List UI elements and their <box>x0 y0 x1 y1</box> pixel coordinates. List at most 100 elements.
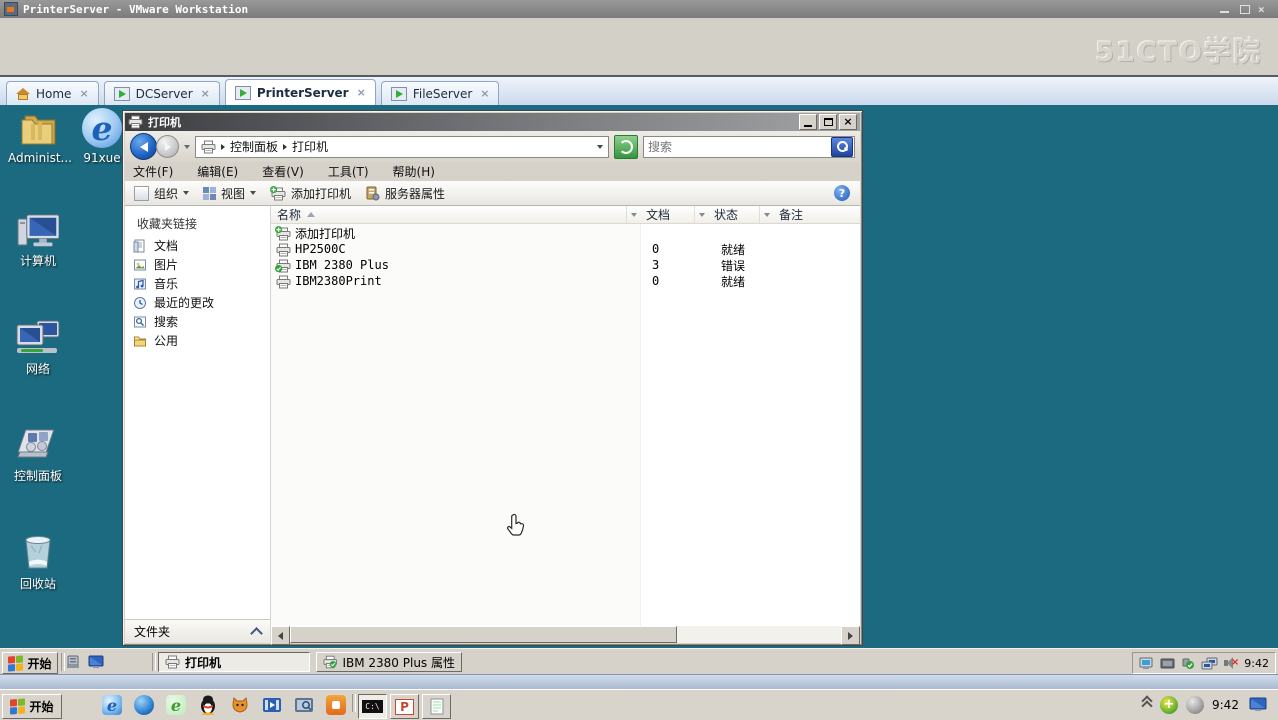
host-taskbar-button-cmd[interactable]: C:\ <box>358 694 387 719</box>
search-button[interactable] <box>831 136 853 157</box>
taskbar-button-ibm-2380-properties[interactable]: IBM 2380 Plus 属性 <box>316 652 462 672</box>
desktop-icon-network[interactable]: 网络 <box>6 319 70 377</box>
tab-close-icon[interactable]: × <box>201 87 210 100</box>
security-suite-icon[interactable]: + <box>1160 696 1178 714</box>
fox-mascot-icon[interactable] <box>230 695 250 715</box>
tab-close-icon[interactable]: × <box>357 86 366 99</box>
vmware-maximize-button[interactable] <box>1238 3 1252 15</box>
folders-band[interactable]: 文件夹 <box>125 619 270 643</box>
computer-icon <box>17 214 59 247</box>
network-status-icon[interactable] <box>1201 657 1218 670</box>
column-header-status[interactable]: 状态 <box>708 206 773 223</box>
list-row-ibm-2380-plus[interactable]: IBM 2380 Plus 3 错误 <box>271 257 860 273</box>
desktop-icon-computer[interactable]: 计算机 <box>6 213 70 269</box>
desktop-icon-control-panel[interactable]: 控制面板 <box>6 426 70 484</box>
window-close-button[interactable]: × <box>839 114 857 130</box>
menu-view[interactable]: 查看(V) <box>262 163 304 180</box>
column-header-documents[interactable]: 文档 <box>640 206 708 223</box>
breadcrumb-printers[interactable]: 打印机 <box>292 138 328 155</box>
history-dropdown-icon[interactable] <box>184 144 190 149</box>
video-player-icon[interactable] <box>262 695 282 715</box>
nav-item-documents[interactable]: 文档 <box>133 237 178 254</box>
vmware-toolbar-area: 51CTO学院 <box>0 18 1278 77</box>
display-settings-icon[interactable] <box>1139 657 1154 670</box>
taskbar-button-printers[interactable]: 打印机 <box>158 652 310 672</box>
nav-item-searches[interactable]: 搜索 <box>133 313 178 330</box>
refresh-button[interactable] <box>614 134 638 159</box>
office-app-icon[interactable] <box>326 695 346 715</box>
vmware-close-button[interactable]: × <box>1258 3 1272 16</box>
guest-clock[interactable]: 9:42 <box>1244 657 1269 670</box>
green-browser-icon[interactable]: e <box>166 695 186 715</box>
scrollbar-thumb[interactable] <box>290 626 677 643</box>
menu-file[interactable]: 文件(F) <box>133 163 173 180</box>
printers-window-titlebar[interactable]: 打印机 × <box>125 113 860 131</box>
volume-muted-icon[interactable]: × <box>1224 657 1239 669</box>
tab-home[interactable]: Home × <box>6 81 99 105</box>
desktop-icon-recycle-bin[interactable]: 回收站 <box>6 532 70 592</box>
help-button[interactable]: ? <box>834 185 850 201</box>
views-button[interactable]: 视图 <box>203 185 257 202</box>
breadcrumb[interactable]: 控制面板 打印机 <box>195 135 609 158</box>
window-minimize-button[interactable] <box>799 114 817 130</box>
nav-item-music[interactable]: 音乐 <box>133 275 178 292</box>
add-printer-button[interactable]: 添加打印机 <box>270 185 351 202</box>
internet-explorer-icon[interactable]: e <box>102 695 122 715</box>
browser-globe-icon[interactable] <box>134 695 154 715</box>
breadcrumb-control-panel[interactable]: 控制面板 <box>230 138 278 155</box>
menu-tools[interactable]: 工具(T) <box>328 163 369 180</box>
menu-help[interactable]: 帮助(H) <box>393 163 435 180</box>
nav-item-public[interactable]: 公用 <box>133 332 178 349</box>
vmware-status-bar <box>0 674 1278 689</box>
chevron-down-icon <box>183 191 190 195</box>
vmware-minimize-button[interactable] <box>1218 3 1232 15</box>
list-row-ibm2380print[interactable]: IBM2380Print 0 就绪 <box>271 273 860 289</box>
navigation-pane: 收藏夹链接 文档 图片 音乐 最近的更改 搜索 公用 文件夹 <box>125 206 271 643</box>
list-row-hp2500c[interactable]: HP2500C 0 就绪 <box>271 241 860 257</box>
host-taskbar: 开始 e e C:\ P + 9:42 <box>0 689 1278 720</box>
scroll-left-button[interactable] <box>271 626 290 645</box>
printers-folder-icon <box>201 140 216 153</box>
host-clock[interactable]: 9:42 <box>1212 698 1239 712</box>
screen-recorder-icon[interactable] <box>294 695 314 715</box>
tab-dcserver[interactable]: DCServer × <box>103 81 220 105</box>
guest-start-button[interactable]: 开始 <box>2 652 58 674</box>
host-taskbar-button-notepad[interactable] <box>422 694 451 719</box>
menu-edit[interactable]: 编辑(E) <box>197 163 238 180</box>
control-panel-icon <box>17 429 55 458</box>
desktop-icon-administrator[interactable]: Administ... <box>8 108 72 165</box>
list-row-add-printer[interactable]: 添加打印机 <box>271 225 860 241</box>
host-taskbar-button-powerpoint[interactable]: P <box>390 694 419 719</box>
column-header-name[interactable]: 名称 <box>271 206 640 223</box>
swirl-app-icon[interactable] <box>1186 696 1204 714</box>
nav-item-pictures[interactable]: 图片 <box>133 256 178 273</box>
search-input[interactable] <box>646 138 831 155</box>
show-desktop-icon[interactable] <box>1248 696 1270 714</box>
views-icon <box>203 186 217 200</box>
tray-expand-chevron-icon[interactable] <box>1141 695 1153 712</box>
nav-item-recent-changes[interactable]: 最近的更改 <box>133 294 214 311</box>
server-properties-button[interactable]: 服务器属性 <box>365 185 445 202</box>
column-filter-documents[interactable] <box>694 206 708 223</box>
horizontal-scrollbar[interactable] <box>271 626 860 645</box>
tab-close-icon[interactable]: × <box>480 87 489 100</box>
hardware-connected-icon[interactable] <box>1181 657 1195 670</box>
column-filter-name[interactable] <box>626 206 640 223</box>
tab-printerserver[interactable]: PrinterServer × <box>224 79 376 105</box>
column-filter-status[interactable] <box>759 206 773 223</box>
forward-button[interactable] <box>156 135 179 158</box>
address-dropdown-icon[interactable] <box>597 144 603 149</box>
server-manager-icon[interactable] <box>66 655 82 672</box>
show-desktop-icon[interactable] <box>88 655 106 672</box>
vmware-tools-icon[interactable] <box>1160 658 1175 669</box>
tab-close-icon[interactable]: × <box>79 87 88 100</box>
qq-icon[interactable] <box>198 695 218 715</box>
window-maximize-button[interactable] <box>819 114 837 130</box>
tab-fileserver[interactable]: FileServer × <box>380 81 500 105</box>
organize-button[interactable]: 组织 <box>134 185 190 202</box>
back-button[interactable] <box>130 133 157 160</box>
scroll-right-button[interactable] <box>841 626 860 645</box>
column-header-comments[interactable]: 备注 <box>773 206 860 223</box>
tab-label: FileServer <box>412 86 473 101</box>
host-start-button[interactable]: 开始 <box>2 694 62 719</box>
